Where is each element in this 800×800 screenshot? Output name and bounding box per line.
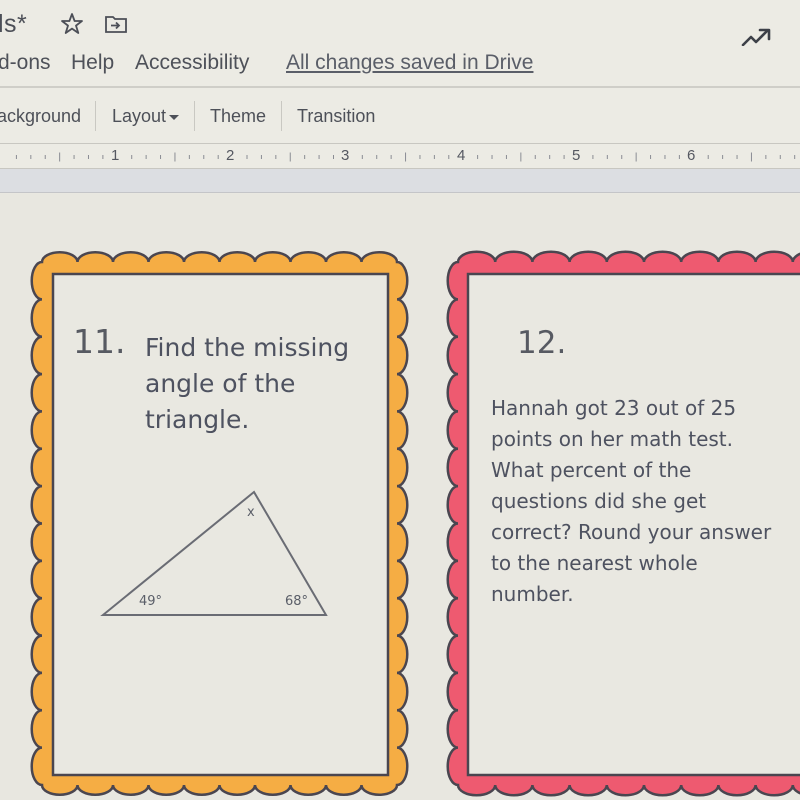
question-number: 11. bbox=[73, 322, 126, 361]
question-line: triangle. bbox=[145, 405, 250, 434]
question-line: to the nearest whole bbox=[491, 551, 698, 575]
angle-label-right: 68° bbox=[285, 594, 309, 609]
angle-label-x: x bbox=[247, 505, 255, 520]
question-line: angle of the bbox=[145, 369, 296, 398]
question-line: What percent of the bbox=[491, 458, 692, 482]
question-line: Hannah got 23 out of 25 bbox=[491, 396, 737, 420]
question-line: Find the missing bbox=[145, 333, 350, 362]
question-line: points on her math test. bbox=[491, 427, 733, 451]
question-line: correct? Round your answer bbox=[491, 520, 772, 544]
question-line: number. bbox=[491, 582, 574, 606]
angle-label-left: 49° bbox=[139, 594, 163, 609]
question-number: 12. bbox=[517, 325, 567, 361]
question-line: questions did she get bbox=[491, 489, 707, 513]
